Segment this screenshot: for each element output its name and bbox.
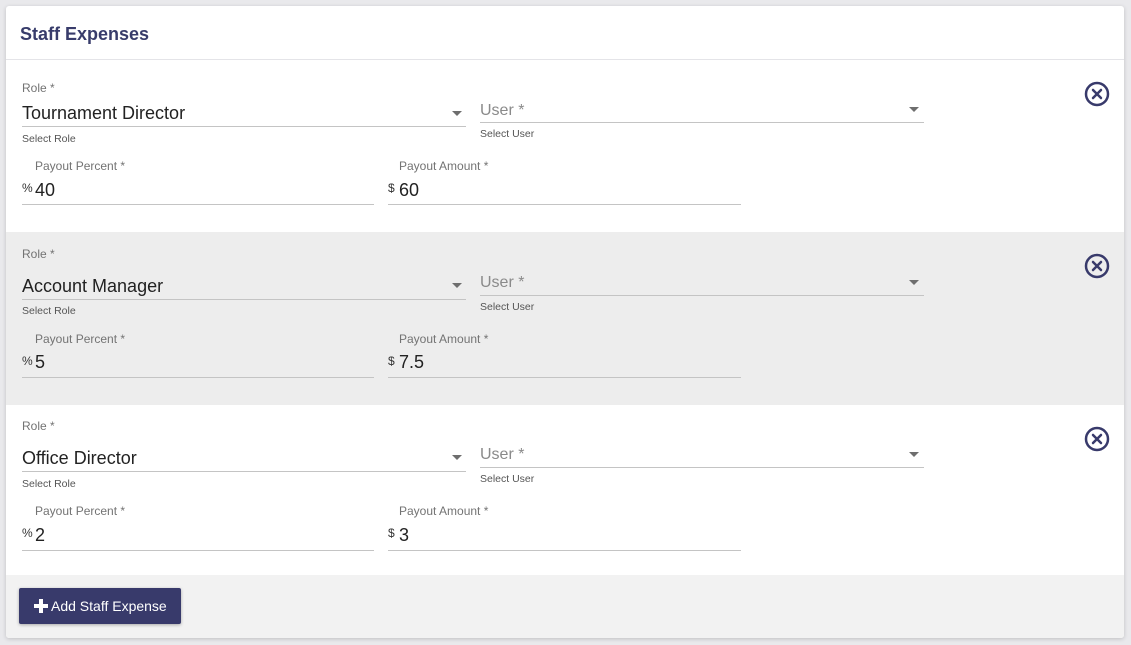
close-circle-icon[interactable]: [1084, 426, 1110, 452]
caret-down-icon[interactable]: [909, 452, 919, 457]
caret-down-icon[interactable]: [909, 280, 919, 285]
role-select-value[interactable]: Account Manager: [22, 276, 163, 297]
amount-prefix: $: [388, 526, 395, 540]
payout-amount-label: Payout Amount *: [399, 504, 489, 518]
payout-amount-input[interactable]: 3: [399, 525, 409, 546]
role-label: Role *: [22, 419, 55, 433]
expense-row: Role * Account Manager Select Role User …: [6, 232, 1124, 405]
payout-percent-label: Payout Percent *: [35, 332, 126, 346]
expense-row: Role * Office Director Select Role User …: [6, 405, 1124, 575]
percent-underline: [22, 550, 374, 551]
role-select-value[interactable]: Tournament Director: [22, 103, 185, 124]
add-staff-expense-label: Add Staff Expense: [51, 598, 167, 614]
role-select-value[interactable]: Office Director: [22, 448, 137, 469]
plus-icon: [34, 599, 48, 613]
user-select-placeholder[interactable]: User *: [480, 446, 524, 464]
role-underline: [22, 126, 466, 127]
user-underline: [480, 467, 924, 468]
amount-prefix: $: [388, 181, 395, 195]
user-hint: Select User: [480, 128, 535, 140]
caret-down-icon[interactable]: [452, 283, 462, 288]
percent-underline: [22, 377, 374, 378]
caret-down-icon[interactable]: [452, 455, 462, 460]
caret-down-icon[interactable]: [452, 111, 462, 116]
role-hint: Select Role: [22, 478, 76, 490]
payout-percent-label: Payout Percent *: [35, 159, 126, 173]
payout-percent-input[interactable]: 5: [35, 352, 45, 373]
staff-expenses-card: Staff Expenses Role * Tournament Directo…: [6, 6, 1124, 638]
user-underline: [480, 295, 924, 296]
caret-down-icon[interactable]: [909, 107, 919, 112]
user-select-placeholder[interactable]: User *: [480, 274, 524, 292]
role-hint: Select Role: [22, 133, 76, 145]
add-staff-expense-button[interactable]: Add Staff Expense: [19, 588, 181, 624]
payout-amount-input[interactable]: 7.5: [399, 352, 424, 373]
payout-amount-label: Payout Amount *: [399, 332, 489, 346]
user-select-placeholder[interactable]: User *: [480, 102, 524, 120]
amount-underline: [388, 204, 741, 205]
role-hint: Select Role: [22, 305, 76, 317]
close-circle-icon[interactable]: [1084, 81, 1110, 107]
payout-amount-label: Payout Amount *: [399, 159, 489, 173]
payout-percent-input[interactable]: 2: [35, 525, 45, 546]
amount-underline: [388, 377, 741, 378]
user-hint: Select User: [480, 301, 535, 313]
amount-prefix: $: [388, 354, 395, 368]
amount-underline: [388, 550, 741, 551]
payout-percent-input[interactable]: 40: [35, 180, 55, 201]
role-label: Role *: [22, 247, 55, 261]
role-underline: [22, 299, 466, 300]
percent-underline: [22, 204, 374, 205]
expense-row: Role * Tournament Director Select Role U…: [6, 65, 1124, 238]
percent-prefix: %: [22, 526, 33, 540]
card-header: Staff Expenses: [6, 6, 1124, 60]
role-label: Role *: [22, 81, 55, 95]
percent-prefix: %: [22, 181, 33, 195]
close-circle-icon[interactable]: [1084, 253, 1110, 279]
role-underline: [22, 471, 466, 472]
payout-percent-label: Payout Percent *: [35, 504, 126, 518]
payout-amount-input[interactable]: 60: [399, 180, 419, 201]
user-hint: Select User: [480, 473, 535, 485]
user-underline: [480, 122, 924, 123]
percent-prefix: %: [22, 354, 33, 368]
page-title: Staff Expenses: [20, 24, 150, 44]
